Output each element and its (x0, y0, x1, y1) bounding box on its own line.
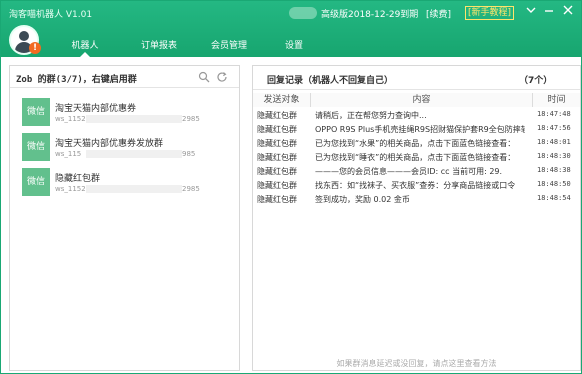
group-id-suffix: 2985 (182, 115, 200, 123)
group-id-blurred (86, 115, 182, 123)
group-id-blurred (86, 150, 182, 158)
table-row[interactable]: 隐藏红包群 ———您的会员信息———会员ID: cc 当前可用: 29. 18:… (253, 166, 580, 179)
row-content: 签到成功，奖励 0.02 金币 (315, 195, 410, 204)
group-id-blurred (86, 185, 182, 193)
user-nickname-blurred (289, 7, 317, 19)
table-row[interactable]: 隐藏红包群 已为您找到“水果”的相关商品，点击下面蓝色链接查看： 18:48:0… (253, 138, 580, 151)
tab-robot[interactable]: 机器人 (63, 39, 107, 57)
group-id-prefix: ws_1152 (55, 115, 86, 123)
table-row[interactable]: 隐藏红包群 已为您找到“睡衣”的相关商品，点击下面蓝色链接查看： 18:48:3… (253, 152, 580, 165)
table-row[interactable]: 隐藏红包群 找东西：如“找袜子、买衣服”查券：分享商品链接或口令 18:48:5… (253, 180, 580, 193)
row-time: 18:48:01 (537, 138, 571, 146)
row-target: 隐藏红包群 (257, 195, 297, 204)
search-icon[interactable] (198, 71, 210, 83)
list-item[interactable]: 微信 淘宝天猫内部优惠券发放群 ws_115 985 (22, 133, 222, 163)
table-row[interactable]: 隐藏红包群 请稍后，正在帮您努力查询中... 18:47:48 (253, 110, 580, 123)
app-title: 淘客喵机器人 V1.01 (9, 10, 93, 20)
row-target: 隐藏红包群 (257, 139, 297, 148)
list-item[interactable]: 微信 隐藏红包群 ws_1152 2985 (22, 168, 222, 198)
tab-order-report[interactable]: 订单报表 (133, 39, 185, 57)
group-list-header: Zob 的群(3/7)，右键启用群 (10, 66, 239, 88)
row-target: 隐藏红包群 (257, 167, 297, 176)
close-icon[interactable] (561, 5, 575, 19)
group-name: 淘宝天猫内部优惠券发放群 (55, 139, 164, 149)
chevron-down-icon[interactable] (524, 5, 538, 19)
group-list-panel: Zob 的群(3/7)，右键启用群 微信 淘宝天猫内部优惠券 ws_1152 2… (9, 65, 240, 371)
group-id-prefix: ws_115 (55, 150, 82, 158)
row-content: 已为您找到“睡衣”的相关商品，点击下面蓝色链接查看： (315, 153, 516, 162)
table-row[interactable]: 隐藏红包群 OPPO R9S Plus手机壳挂绳R9S招财猫保护套R9全包防摔软… (253, 124, 580, 137)
row-content: 请稍后，正在帮您努力查询中... (315, 111, 427, 120)
row-time: 18:48:30 (537, 152, 571, 160)
renew-link[interactable]: [续费] (426, 7, 451, 20)
list-item[interactable]: 微信 淘宝天猫内部优惠券 ws_1152 2985 (22, 98, 222, 128)
reply-log-count: （7个） (519, 76, 553, 86)
row-content: 已为您找到“水果”的相关商品，点击下面蓝色链接查看： (315, 139, 516, 148)
row-target: 隐藏红包群 (257, 125, 297, 134)
wechat-badge: 微信 (22, 168, 50, 196)
row-time: 18:48:50 (537, 180, 571, 188)
reply-log-title: 回复记录（机器人不回复自己） (267, 76, 394, 86)
column-header-content[interactable]: 内容 (311, 93, 533, 107)
header-bar: 淘客喵机器人 V1.01 高级版2018-12-29到期 [续费] [新手教程]… (1, 1, 581, 57)
title-bar[interactable]: 淘客喵机器人 V1.01 高级版2018-12-29到期 [续费] [新手教程] (1, 1, 581, 25)
row-target: 隐藏红包群 (257, 153, 297, 162)
avatar-head (19, 31, 29, 41)
column-header-target[interactable]: 发送对象 (253, 93, 311, 107)
row-content: ———您的会员信息———会员ID: cc 当前可用: 29. (315, 167, 503, 176)
group-id-prefix: ws_1152 (55, 185, 86, 193)
refresh-icon[interactable] (216, 71, 228, 83)
group-id-suffix: 2985 (182, 185, 200, 193)
group-name: 淘宝天猫内部优惠券 (55, 104, 137, 114)
reply-log-header: 回复记录（机器人不回复自己） （7个） (253, 66, 580, 90)
group-list-title: Zob 的群(3/7)，右键启用群 (16, 75, 137, 85)
alert-icon[interactable]: ! (29, 42, 41, 54)
tutorial-link[interactable]: [新手教程] (465, 6, 515, 20)
row-time: 18:47:48 (537, 110, 571, 118)
row-target: 隐藏红包群 (257, 181, 297, 190)
help-link[interactable]: 如果群消息延迟或没回复，请点这里查看方法 (253, 358, 580, 369)
tab-member-management[interactable]: 会员管理 (203, 39, 255, 57)
column-header-time[interactable]: 时间 (533, 93, 580, 107)
tab-settings[interactable]: 设置 (279, 39, 309, 57)
row-time: 18:48:54 (537, 194, 571, 202)
wechat-badge: 微信 (22, 98, 50, 126)
row-target: 隐藏红包群 (257, 111, 297, 120)
row-time: 18:48:38 (537, 166, 571, 174)
app-window: 淘客喵机器人 V1.01 高级版2018-12-29到期 [续费] [新手教程]… (0, 0, 582, 374)
row-time: 18:47:56 (537, 124, 571, 132)
row-content: OPPO R9S Plus手机壳挂绳R9S招财猫保护套R9全包防摔软壳 (315, 125, 525, 134)
group-name: 隐藏红包群 (55, 174, 101, 184)
wechat-badge: 微信 (22, 133, 50, 161)
row-content: 找东西：如“找袜子、买衣服”查券：分享商品链接或口令 (315, 181, 516, 190)
license-expiry: 高级版2018-12-29到期 (321, 10, 419, 20)
group-id-suffix: 985 (182, 150, 196, 158)
table-row[interactable]: 隐藏红包群 签到成功，奖励 0.02 金币 18:48:54 (253, 194, 580, 207)
minimize-icon[interactable] (542, 5, 556, 19)
reply-log-panel: 回复记录（机器人不回复自己） （7个） 发送对象 内容 时间 隐藏红包群 请稍后… (252, 65, 581, 371)
